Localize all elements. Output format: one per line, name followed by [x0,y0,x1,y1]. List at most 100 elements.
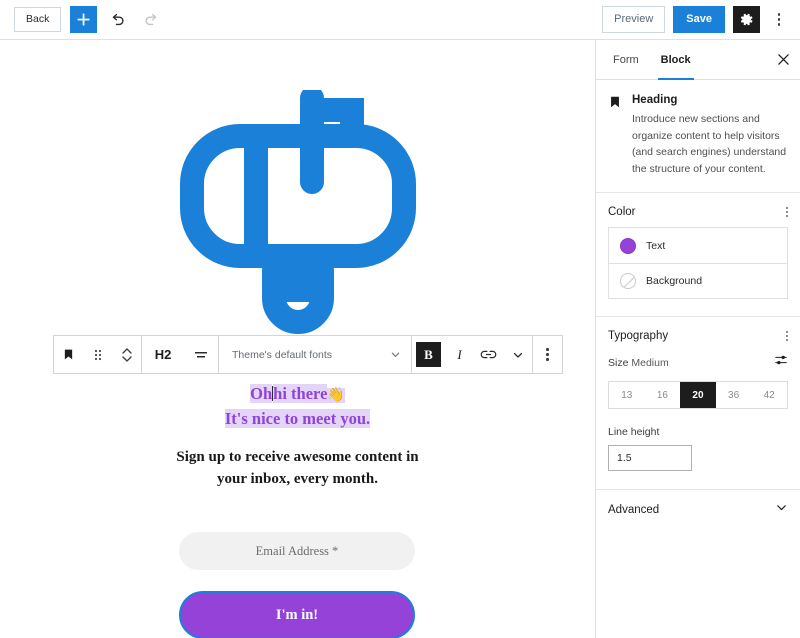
undo-button[interactable] [106,8,130,32]
more-options-button[interactable] [768,6,790,33]
block-editor-app: Back Preview Save H2 Theme's default fon… [0,0,800,638]
font-size-option-20[interactable]: 20 [680,382,716,408]
heading-line-1: Ohhi there👋 [0,383,595,407]
waving-hand-emoji: 👋 [327,388,345,403]
redo-button[interactable] [139,8,163,32]
color-row-background[interactable]: Background [609,263,787,298]
drag-handle-icon [94,349,101,360]
block-info-section: Heading Introduce new sections and organ… [596,80,800,193]
typography-section-header: Typography [596,317,800,351]
save-button[interactable]: Save [673,6,725,33]
paragraph-line-1: Sign up to receive awesome content in [176,449,419,465]
heading-level-button[interactable]: H2 [142,336,184,373]
block-options-button[interactable] [533,336,562,373]
block-type-button[interactable] [54,336,83,373]
move-up-down-icon [121,347,132,362]
block-toolbar: H2 Theme's default fonts B I [53,335,563,374]
plus-icon [77,13,90,26]
advanced-section-title: Advanced [608,503,660,516]
tab-form[interactable]: Form [602,40,650,79]
font-size-value: Medium [631,356,669,369]
font-size-option-13[interactable]: 13 [609,382,645,408]
editor-canvas[interactable]: H2 Theme's default fonts B I Ohhi there👋… [0,40,595,638]
gear-icon [740,13,753,26]
topbar-left-group: Back [14,6,163,33]
close-icon [777,54,789,65]
mailbox-illustration [0,90,595,335]
kebab-menu-icon [546,348,549,361]
heading-line-2: It's nice to meet you. [0,408,595,430]
chevron-down-icon [391,352,400,357]
color-options-icon[interactable] [786,207,788,217]
topbar-right-group: Preview Save [602,6,790,33]
block-toolbar-format-group: B I [412,336,532,373]
font-size-option-16[interactable]: 16 [645,382,681,408]
redo-arrow-icon [145,13,157,25]
text-color-swatch [620,237,636,254]
add-block-button[interactable] [70,6,98,33]
block-toolbar-options-group [533,336,562,373]
block-info: Heading Introduce new sections and organ… [608,94,788,177]
submit-button[interactable]: I'm in! [179,591,415,638]
sidebar-tabs: Form Block [596,40,800,80]
text-align-button[interactable] [184,336,218,373]
advanced-section-toggle[interactable]: Advanced [596,489,800,529]
font-family-value: Theme's default fonts [232,348,333,361]
typography-section-title: Typography [608,330,669,342]
settings-button[interactable] [733,6,760,33]
editor-topbar: Back Preview Save [0,0,800,40]
email-input[interactable]: Email Address * [179,532,415,570]
heading-text-part1: Oh [250,384,273,403]
paragraph-block[interactable]: Sign up to receive awesome content in yo… [0,447,595,490]
heading-block-icon [608,95,622,177]
mailbox-icon [179,90,416,334]
submit-button-label: I'm in! [275,606,319,623]
close-sidebar-button[interactable] [766,40,800,79]
block-info-text: Heading Introduce new sections and organ… [632,94,788,177]
font-family-select[interactable]: Theme's default fonts [219,336,411,373]
drag-handle-button[interactable] [83,336,112,373]
color-section-tools [786,207,788,217]
color-section-title: Color [608,206,636,218]
font-size-picker: 13 16 20 36 42 [608,381,788,409]
heading-text-line2: It's nice to meet you. [224,409,371,428]
editor-body: H2 Theme's default fonts B I Ohhi there👋… [0,40,800,638]
background-color-label: Background [646,275,703,287]
kebab-menu-icon [777,13,781,26]
italic-button[interactable]: I [445,336,474,373]
typography-section-tools [786,331,788,341]
heading-block[interactable]: Ohhi there👋 It's nice to meet you. [0,383,595,430]
font-size-settings-button[interactable] [774,353,788,372]
settings-sidebar: Form Block Heading Introduce new section… [595,40,800,638]
background-color-swatch [620,273,636,289]
text-align-icon [195,351,207,357]
text-color-label: Text [646,239,666,252]
move-block-button[interactable] [112,336,141,373]
heading-text-part2: hi there [273,384,328,403]
line-height-label: Line height [608,426,660,438]
font-size-label-text: Size [608,356,629,369]
font-size-label: Size Medium [608,357,669,369]
font-size-option-42[interactable]: 42 [751,382,787,408]
font-size-label-row: Size Medium [596,353,800,372]
font-size-option-36[interactable]: 36 [716,382,752,408]
link-button[interactable] [474,336,503,373]
line-height-input[interactable] [608,445,692,471]
advanced-chevron [775,501,788,519]
chevron-down-icon [777,504,786,510]
block-info-title: Heading [632,94,678,106]
color-row-text[interactable]: Text [609,228,787,263]
link-icon [480,350,497,359]
back-button[interactable]: Back [14,7,62,32]
tab-block[interactable]: Block [650,40,702,80]
sliders-icon [775,355,787,365]
email-input-placeholder: Email Address * [255,543,339,558]
preview-button[interactable]: Preview [602,6,666,33]
block-toolbar-heading-group: H2 [142,336,218,373]
paragraph-line-2: your inbox, every month. [217,470,378,487]
more-formats-button[interactable] [503,336,532,373]
typography-options-icon[interactable] [786,331,788,341]
bold-button[interactable]: B [416,342,441,367]
heading-block-icon [64,349,73,360]
color-section-header: Color [596,193,800,227]
